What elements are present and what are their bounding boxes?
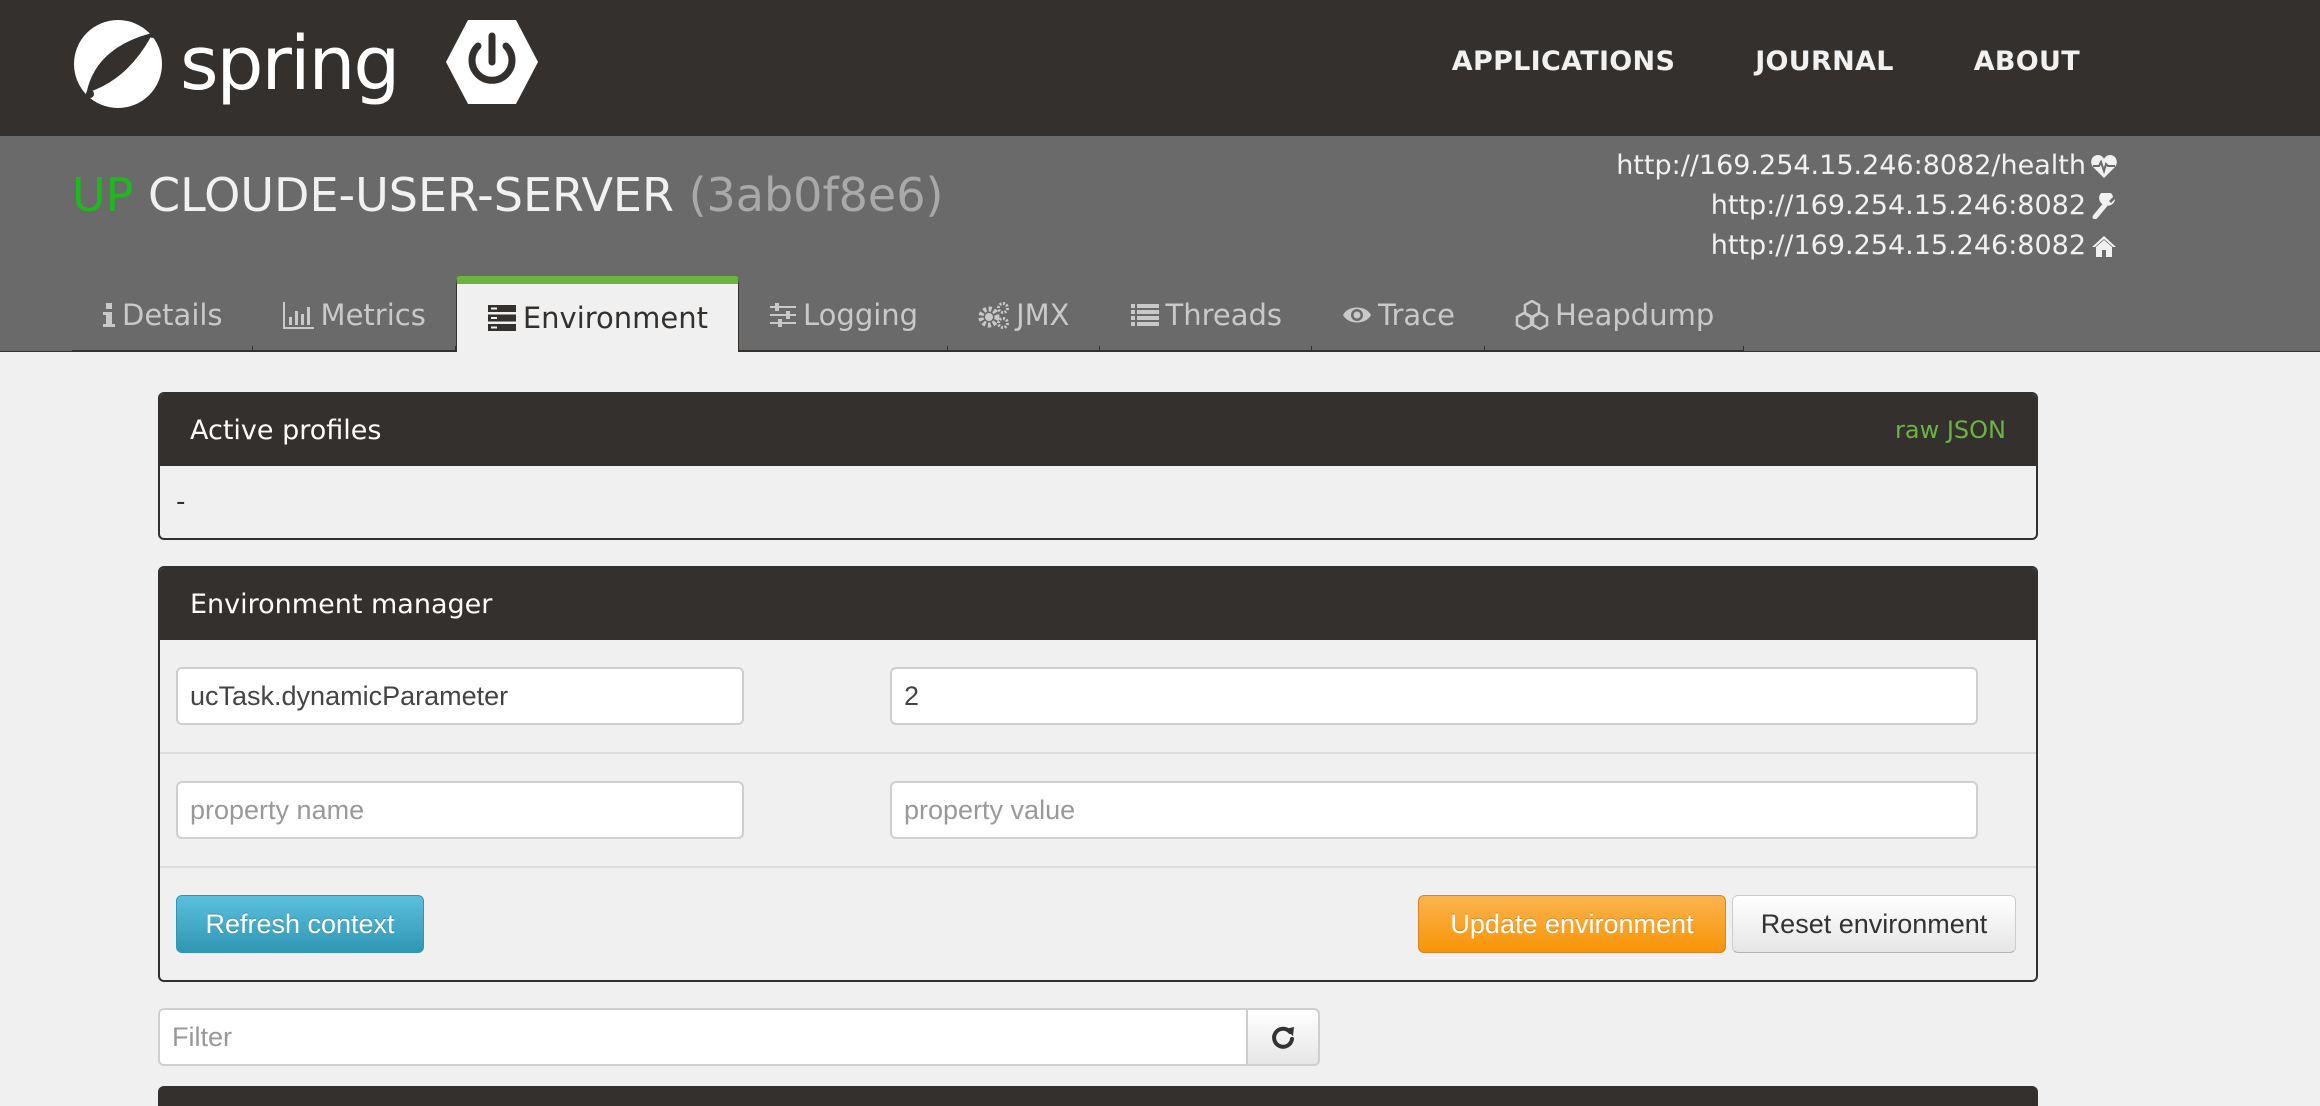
list-icon — [1130, 304, 1159, 326]
next-panel-header — [158, 1086, 2038, 1106]
new-property-value-input[interactable] — [890, 781, 1978, 839]
filter-input[interactable] — [158, 1008, 1246, 1066]
active-profiles-header: Active profiles raw JSON — [160, 394, 2036, 466]
application-title: UP CLOUDE-USER-SERVER (3ab0f8e6) — [72, 168, 943, 222]
application-name: CLOUDE-USER-SERVER — [148, 168, 674, 222]
filter-group — [158, 1008, 2038, 1066]
active-profiles-value: - — [176, 487, 186, 517]
heartbeat-icon — [2090, 152, 2118, 180]
brand-text: spring — [180, 21, 400, 107]
tab-label: Details — [122, 298, 223, 332]
application-tabs: Details Metrics Environment Logging JMX … — [72, 276, 1745, 352]
application-urls: http://169.254.15.246:8082/health http:/… — [1616, 146, 2118, 266]
gears-icon — [978, 302, 1010, 329]
tab-jmx[interactable]: JMX — [948, 280, 1100, 352]
tab-label: Environment — [522, 301, 709, 335]
property-name-input[interactable] — [176, 667, 744, 725]
home-icon — [2090, 232, 2118, 260]
panel-title: Environment manager — [190, 588, 493, 620]
refresh-icon — [1272, 1026, 1294, 1049]
update-environment-button[interactable]: Update environment — [1418, 895, 1726, 953]
service-url-link[interactable]: http://169.254.15.246:8082 — [1711, 226, 2086, 266]
application-id: (3ab0f8e6) — [688, 168, 944, 222]
panel-title: Active profiles — [190, 414, 382, 446]
top-navbar: spring APPLICATIONS JOURNAL ABOUT — [0, 0, 2320, 136]
active-profiles-panel: Active profiles raw JSON - — [158, 392, 2038, 540]
tab-label: Logging — [803, 298, 919, 332]
new-property-row — [160, 754, 2036, 868]
tab-label: JMX — [1016, 298, 1070, 332]
status-badge: UP — [72, 168, 134, 222]
tab-label: Heapdump — [1554, 298, 1715, 332]
environment-manager-panel: Environment manager Refresh context Upda… — [158, 566, 2038, 982]
spring-logo: spring — [72, 18, 400, 110]
application-header: UP CLOUDE-USER-SERVER (3ab0f8e6) http://… — [0, 136, 2320, 352]
environment-manager-header: Environment manager — [160, 568, 2036, 640]
eye-icon — [1343, 307, 1372, 323]
property-value-input[interactable] — [890, 667, 1978, 725]
health-url-row: http://169.254.15.246:8082/health — [1616, 146, 2118, 186]
management-url-link[interactable]: http://169.254.15.246:8082 — [1711, 186, 2086, 226]
main-nav: APPLICATIONS JOURNAL ABOUT — [1372, 46, 2080, 77]
brand[interactable]: spring — [72, 18, 540, 110]
tab-logging[interactable]: Logging — [739, 280, 949, 352]
cubes-icon — [1515, 300, 1549, 330]
tab-label: Threads — [1165, 298, 1283, 332]
management-url-row: http://169.254.15.246:8082 — [1616, 186, 2118, 226]
raw-json-link[interactable]: raw JSON — [1895, 416, 2006, 444]
spring-boot-logo — [444, 18, 540, 110]
sliders-icon — [770, 303, 797, 327]
reset-environment-button[interactable]: Reset environment — [1732, 895, 2016, 953]
spring-leaf-icon — [74, 20, 162, 108]
tab-label: Metrics — [320, 298, 426, 332]
tab-metrics[interactable]: Metrics — [252, 280, 457, 352]
refresh-context-button[interactable]: Refresh context — [176, 895, 424, 953]
tab-heapdump[interactable]: Heapdump — [1484, 280, 1745, 352]
environment-update-buttons: Update environment Reset environment — [1418, 895, 2016, 953]
new-property-name-input[interactable] — [176, 781, 744, 839]
power-hexagon-icon — [446, 20, 539, 104]
tab-trace[interactable]: Trace — [1312, 280, 1485, 352]
tab-label: Trace — [1378, 298, 1455, 332]
tab-environment[interactable]: Environment — [455, 276, 740, 352]
service-url-row: http://169.254.15.246:8082 — [1616, 226, 2118, 266]
health-url-link[interactable]: http://169.254.15.246:8082/health — [1616, 146, 2086, 186]
server-icon — [487, 305, 516, 331]
environment-actions: Refresh context Update environment Reset… — [160, 868, 2036, 980]
tab-threads[interactable]: Threads — [1099, 280, 1313, 352]
nav-applications[interactable]: APPLICATIONS — [1452, 46, 1675, 77]
tab-details[interactable]: Details — [72, 280, 253, 352]
property-row — [160, 640, 2036, 754]
bar-chart-icon — [282, 302, 314, 329]
environment-content: Active profiles raw JSON - Environment m… — [158, 392, 2038, 1066]
nav-about[interactable]: ABOUT — [1974, 46, 2080, 77]
refresh-button[interactable] — [1246, 1008, 1320, 1066]
wrench-icon — [2090, 192, 2118, 220]
nav-journal[interactable]: JOURNAL — [1755, 46, 1894, 77]
info-icon — [103, 303, 115, 327]
